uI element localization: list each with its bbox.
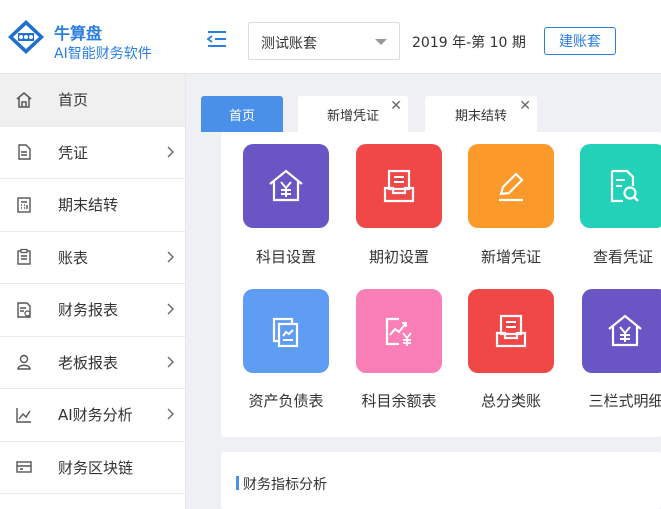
logo-icon bbox=[8, 20, 44, 54]
chevron-right-icon bbox=[155, 143, 185, 162]
app-subtitle: AI智能财务软件 bbox=[54, 46, 152, 62]
tab-period-end[interactable]: 期末结转 ✕ bbox=[425, 96, 537, 132]
tray-icon bbox=[383, 169, 415, 203]
create-account-button[interactable]: 建账套 bbox=[544, 27, 616, 55]
shortcut-label: 科目余额表 bbox=[361, 392, 437, 410]
sidebar-item-label: AI财务分析 bbox=[58, 406, 133, 425]
house-yen-icon bbox=[269, 169, 303, 202]
home-icon bbox=[0, 74, 48, 126]
caret-down-icon bbox=[375, 39, 387, 45]
sidebar-item-blockchain[interactable]: 财务区块链 bbox=[0, 442, 185, 494]
shortcut-new-voucher[interactable] bbox=[468, 144, 554, 228]
app-name: 牛算盘 bbox=[54, 24, 103, 43]
shortcut-three-column-detail[interactable] bbox=[582, 289, 661, 373]
chart-yen-icon bbox=[385, 317, 412, 346]
main-content: 首页 新增凭证 ✕ 期末结转 ✕ 科目设置 期初设置 新增凭证 查看凭证 资产负… bbox=[186, 74, 661, 509]
tab-label: 首页 bbox=[228, 108, 255, 124]
account-select[interactable]: 测试账套 bbox=[248, 22, 400, 60]
section-marker bbox=[236, 476, 239, 490]
close-icon[interactable]: ✕ bbox=[390, 98, 402, 114]
shortcut-label: 科目设置 bbox=[255, 248, 316, 266]
sidebar-item-label: 首页 bbox=[58, 91, 89, 110]
calculator-icon bbox=[0, 179, 48, 231]
clipboard-icon bbox=[0, 232, 48, 284]
chevron-right-icon bbox=[155, 405, 185, 424]
tab-label: 新增凭证 bbox=[326, 108, 379, 124]
sidebar-item-home[interactable]: 首页 bbox=[0, 74, 185, 127]
tab-new-voucher[interactable]: 新增凭证 ✕ bbox=[298, 96, 408, 132]
sidebar-item-ai-analysis[interactable]: AI财务分析 bbox=[0, 389, 185, 442]
person-icon bbox=[0, 337, 48, 389]
doc-search-icon bbox=[610, 169, 639, 203]
sidebar-item-boss-reports[interactable]: 老板报表 bbox=[0, 337, 185, 389]
tab-label: 期末结转 bbox=[454, 108, 507, 124]
pen-icon bbox=[499, 172, 524, 202]
sidebar-item-label: 账表 bbox=[58, 248, 89, 267]
shortcut-label: 资产负债表 bbox=[248, 392, 324, 410]
sidebar-item-label: 老板报表 bbox=[58, 353, 119, 372]
shortcut-label: 查看凭证 bbox=[592, 248, 653, 266]
house-yen-icon bbox=[608, 314, 642, 347]
blockchain-icon bbox=[0, 442, 48, 494]
account-select-value: 测试账套 bbox=[261, 36, 317, 52]
report-icon bbox=[0, 284, 48, 336]
sidebar-item-ledgers[interactable]: 账表 bbox=[0, 232, 185, 284]
sidebar-item-financial-reports[interactable]: 财务报表 bbox=[0, 284, 185, 337]
shortcut-card: 科目设置 期初设置 新增凭证 查看凭证 资产负债表 科目余额表 总分类账 三栏式… bbox=[221, 132, 661, 437]
shortcut-label: 总分类账 bbox=[480, 392, 541, 410]
shortcut-view-voucher[interactable] bbox=[580, 144, 661, 228]
period-label: 2019 年-第 10 期 bbox=[412, 35, 526, 51]
tab-bar: 首页 新增凭证 ✕ 期末结转 ✕ bbox=[186, 74, 661, 132]
close-icon[interactable]: ✕ bbox=[519, 98, 531, 114]
financial-indicators-panel: 财务指标分析 bbox=[221, 452, 661, 509]
balance-sheet-icon bbox=[272, 317, 299, 348]
shortcut-general-ledger[interactable] bbox=[468, 289, 554, 373]
shortcut-subject-settings[interactable] bbox=[243, 144, 329, 228]
shortcut-label: 新增凭证 bbox=[480, 248, 541, 266]
menu-collapse-icon[interactable] bbox=[206, 30, 228, 48]
tab-home[interactable]: 首页 bbox=[201, 96, 283, 132]
sidebar-item-label: 财务报表 bbox=[58, 301, 119, 320]
chevron-right-icon bbox=[155, 248, 185, 267]
shortcut-label: 三栏式明细 bbox=[588, 392, 661, 410]
document-icon bbox=[0, 127, 48, 179]
shortcut-subject-balance[interactable] bbox=[356, 289, 442, 373]
ledger-icon bbox=[495, 314, 527, 348]
top-bar: 测试账套 2019 年-第 10 期 建账套 bbox=[186, 0, 661, 74]
chevron-right-icon bbox=[155, 300, 185, 319]
shortcut-balance-sheet[interactable] bbox=[243, 289, 329, 373]
sidebar-item-voucher[interactable]: 凭证 bbox=[0, 127, 185, 179]
chevron-right-icon bbox=[155, 353, 185, 372]
sidebar-item-label: 凭证 bbox=[58, 143, 89, 162]
panel-title: 财务指标分析 bbox=[243, 477, 327, 493]
line-chart-icon bbox=[0, 389, 48, 441]
sidebar-item-period-end[interactable]: 期末结转 bbox=[0, 179, 185, 232]
shortcut-label: 期初设置 bbox=[368, 248, 429, 266]
shortcut-opening-settings[interactable] bbox=[356, 144, 442, 228]
sidebar-item-label: 财务区块链 bbox=[58, 458, 134, 477]
sidebar-item-label: 期末结转 bbox=[58, 196, 119, 215]
sidebar: 首页 凭证 期末结转 账表 财务报表 老板报表 AI财务分析 财务区块链 bbox=[0, 74, 186, 509]
app-logo: 牛算盘 AI智能财务软件 bbox=[0, 0, 186, 74]
